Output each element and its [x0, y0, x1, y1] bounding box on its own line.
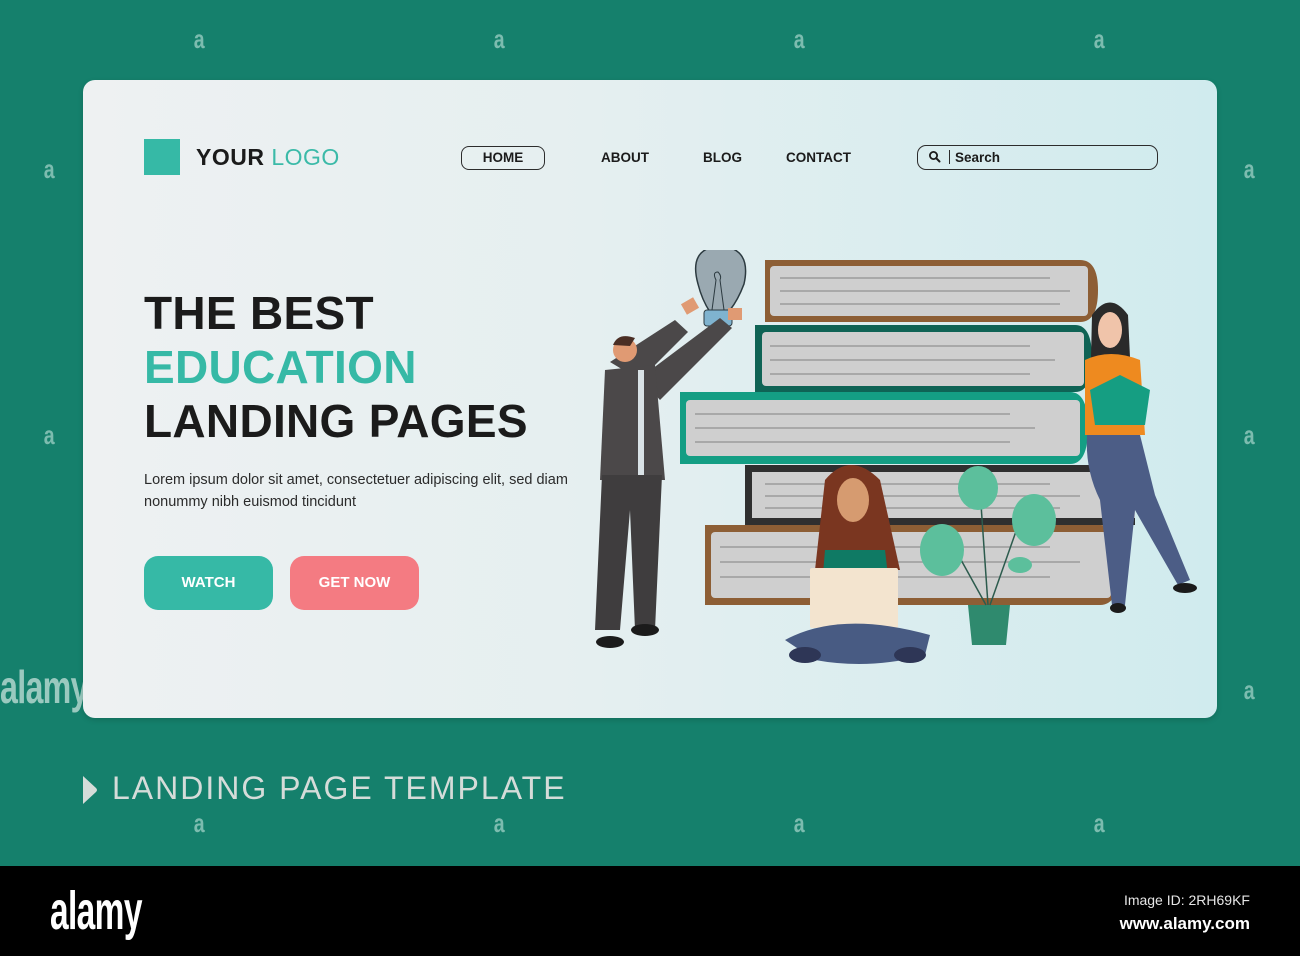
logo[interactable]: YOUR LOGO	[196, 144, 340, 171]
logo-primary: YOUR	[196, 144, 265, 170]
watermark-glyph: a	[1093, 808, 1105, 838]
image-id: Image ID: 2RH69KF	[1123, 892, 1250, 908]
book-top-brown	[765, 260, 1098, 322]
watermark-glyph: a	[193, 808, 205, 838]
book-bottom-brown	[705, 525, 1120, 605]
footer-url[interactable]: www.alamy.com	[1120, 914, 1250, 934]
search-divider	[949, 150, 950, 164]
search-icon[interactable]	[928, 150, 942, 164]
search-input[interactable]	[955, 148, 1150, 167]
hero-description: Lorem ipsum dolor sit amet, consectetuer…	[144, 472, 568, 510]
watermark-glyph: a	[1093, 24, 1105, 54]
nav-blog[interactable]: BLOG	[703, 145, 742, 171]
watermark-glyph: a	[493, 24, 505, 54]
nav-home[interactable]: HOME	[461, 146, 545, 170]
book-teal	[680, 392, 1088, 464]
footer-bar: alamy Image ID: 2RH69KF www.alamy.com	[0, 866, 1300, 956]
watch-button[interactable]: WATCH	[144, 556, 273, 610]
logo-secondary: LOGO	[271, 144, 340, 170]
book-dark-green	[755, 325, 1092, 392]
nav-about[interactable]: ABOUT	[601, 145, 649, 171]
watermark-glyph: a	[793, 808, 805, 838]
watermark-glyph: a	[1243, 420, 1255, 450]
hero-illustration	[595, 250, 1197, 664]
headline-line-3: LANDING PAGES	[144, 395, 528, 447]
search-box[interactable]	[917, 145, 1158, 170]
caption-text: LANDING PAGE TEMPLATE	[112, 770, 567, 806]
chevron-right-icon	[83, 776, 97, 804]
landing-page-card: YOUR LOGO HOME ABOUT BLOG CONTACT THE BE…	[83, 80, 1217, 718]
watermark-glyph: a	[493, 808, 505, 838]
nav-contact[interactable]: CONTACT	[786, 145, 851, 171]
headline-line-1: THE BEST	[144, 287, 374, 339]
watermark-glyph: a	[43, 154, 55, 184]
book-charcoal	[745, 465, 1135, 525]
watermark-glyph: a	[43, 420, 55, 450]
watermark-glyph: a	[1243, 675, 1255, 705]
footer-brand-logo: alamy	[50, 881, 142, 941]
get-now-button[interactable]: GET NOW	[290, 556, 419, 610]
hero-headline: THE BEST EDUCATION LANDING PAGES	[144, 286, 528, 448]
watermark-glyph: a	[1243, 154, 1255, 184]
headline-line-2: EDUCATION	[144, 341, 417, 393]
logo-mark	[144, 139, 180, 175]
watermark-glyph: a	[793, 24, 805, 54]
watermark-word: alamy	[0, 661, 89, 713]
watermark-glyph: a	[193, 24, 205, 54]
